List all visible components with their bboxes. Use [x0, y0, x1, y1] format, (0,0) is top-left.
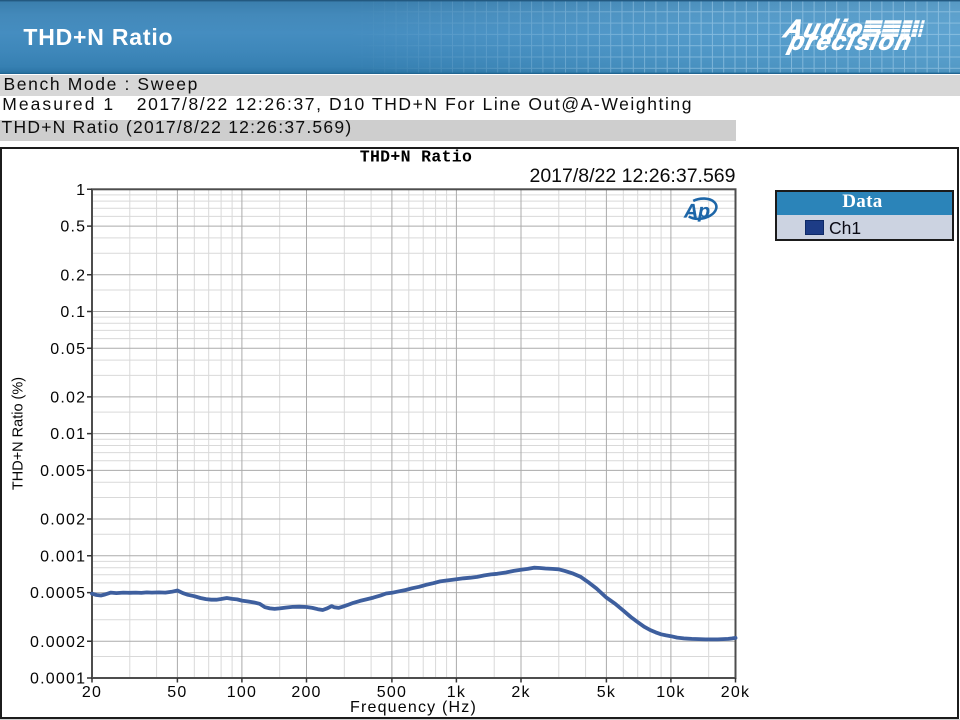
svg-text:0.0002: 0.0002 [30, 634, 86, 651]
svg-text:50: 50 [167, 684, 187, 701]
svg-text:THD+N Ratio: THD+N Ratio [360, 148, 473, 167]
svg-text:2017/8/22 12:26:37.569: 2017/8/22 12:26:37.569 [529, 165, 735, 187]
svg-text:0.0001: 0.0001 [30, 671, 86, 688]
svg-text:10k: 10k [656, 684, 685, 701]
svg-text:0.2: 0.2 [60, 267, 86, 284]
svg-text:Ap: Ap [683, 201, 710, 223]
svg-text:0.05: 0.05 [50, 341, 86, 358]
svg-text:0.002: 0.002 [40, 512, 86, 529]
svg-text:1: 1 [76, 182, 86, 199]
svg-text:20k: 20k [721, 684, 750, 701]
svg-text:THD+N Ratio (%): THD+N Ratio (%) [11, 377, 27, 490]
svg-text:0.01: 0.01 [50, 426, 86, 443]
svg-text:0.001: 0.001 [40, 548, 86, 565]
svg-text:0.5: 0.5 [60, 219, 86, 236]
svg-text:100: 100 [227, 684, 257, 701]
svg-text:5k: 5k [597, 684, 616, 701]
svg-text:0.02: 0.02 [50, 390, 86, 407]
svg-text:0.0005: 0.0005 [30, 585, 86, 602]
svg-text:2k: 2k [511, 684, 530, 701]
svg-text:200: 200 [291, 684, 321, 701]
svg-text:0.005: 0.005 [40, 463, 86, 480]
svg-text:0.1: 0.1 [60, 304, 86, 321]
svg-text:20: 20 [82, 684, 102, 701]
svg-text:Frequency (Hz): Frequency (Hz) [350, 699, 477, 716]
